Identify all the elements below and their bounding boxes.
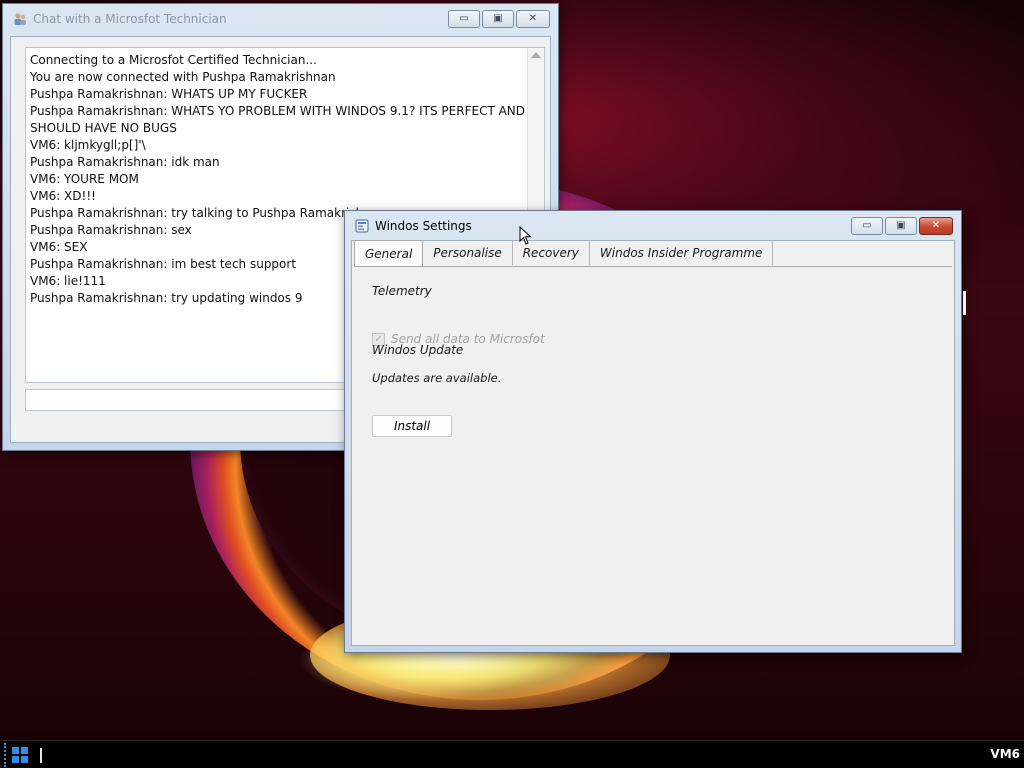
chat-titlebar[interactable]: Chat with a Microsfot Technician ▭ ▣ ✕: [3, 4, 558, 34]
tab-personalise[interactable]: Personalise: [423, 241, 513, 265]
settings-window[interactable]: Windos Settings ▭ ▣ ✕ General Personalis…: [344, 210, 966, 653]
settings-close-button[interactable]: ✕: [919, 217, 953, 235]
chat-caption-buttons: ▭ ▣ ✕: [448, 10, 550, 28]
chat-message-line: Connecting to a Microsfot Certified Tech…: [30, 53, 317, 67]
users-icon: [13, 12, 27, 26]
minimize-icon: ▭: [459, 13, 469, 24]
tab-windos-insider-programme[interactable]: Windos Insider Programme: [589, 241, 774, 265]
close-icon: ✕: [528, 13, 538, 24]
settings-caption-buttons: ▭ ▣ ✕: [851, 217, 953, 235]
chat-message-line: VM6: XD!!!: [30, 189, 96, 203]
settings-window-title: Windos Settings: [375, 219, 472, 233]
minimize-icon: ▭: [862, 220, 872, 231]
chat-close-button[interactable]: ✕: [516, 10, 550, 28]
chat-window-title: Chat with a Microsfot Technician: [33, 12, 227, 26]
settings-maximize-button[interactable]: ▣: [885, 217, 917, 235]
taskbar-separator: [40, 748, 42, 763]
scroll-up-arrow-icon[interactable]: [531, 52, 541, 58]
update-status-text: Updates are available.: [372, 371, 502, 385]
window-resize-grip[interactable]: [963, 291, 966, 315]
tab-general[interactable]: General: [354, 240, 424, 266]
settings-titlebar[interactable]: Windos Settings ▭ ▣ ✕: [345, 211, 961, 241]
taskbar-clock: VM6: [990, 747, 1020, 761]
windos-update-heading: Windos Update: [372, 343, 464, 357]
mouse-cursor-icon: [519, 226, 532, 245]
chat-message-line: Pushpa Ramakrishnan: WHATS UP MY FUCKER: [30, 87, 308, 101]
settings-tabs: General Personalise Recovery Windos Insi…: [354, 240, 774, 266]
chat-minimize-button[interactable]: ▭: [448, 10, 480, 28]
settings-app-icon: [355, 219, 369, 233]
general-tab-page: Telemetry ✓ Send all data to Microsfot W…: [354, 266, 952, 643]
taskbar: VM6: [0, 740, 1024, 768]
close-icon: ✕: [931, 220, 941, 231]
chat-message-line: VM6: kljmkygll;p[]'\: [30, 138, 146, 152]
maximize-icon: ▣: [493, 13, 503, 24]
settings-minimize-button[interactable]: ▭: [851, 217, 883, 235]
install-button[interactable]: Install: [372, 415, 452, 437]
settings-client-area: General Personalise Recovery Windos Insi…: [351, 240, 955, 646]
maximize-icon: ▣: [896, 220, 906, 231]
telemetry-heading: Telemetry: [372, 284, 432, 298]
chat-message-line: Pushpa Ramakrishnan: WHATS YO PROBLEM WI…: [30, 104, 526, 135]
start-button[interactable]: [4, 743, 34, 767]
chat-message-line: Pushpa Ramakrishnan: idk man: [30, 155, 220, 169]
chat-message-line: You are now connected with Pushpa Ramakr…: [30, 70, 336, 84]
windows-logo-icon: [12, 747, 28, 763]
chat-maximize-button[interactable]: ▣: [482, 10, 514, 28]
chat-message-line: VM6: YOURE MOM: [30, 172, 139, 186]
